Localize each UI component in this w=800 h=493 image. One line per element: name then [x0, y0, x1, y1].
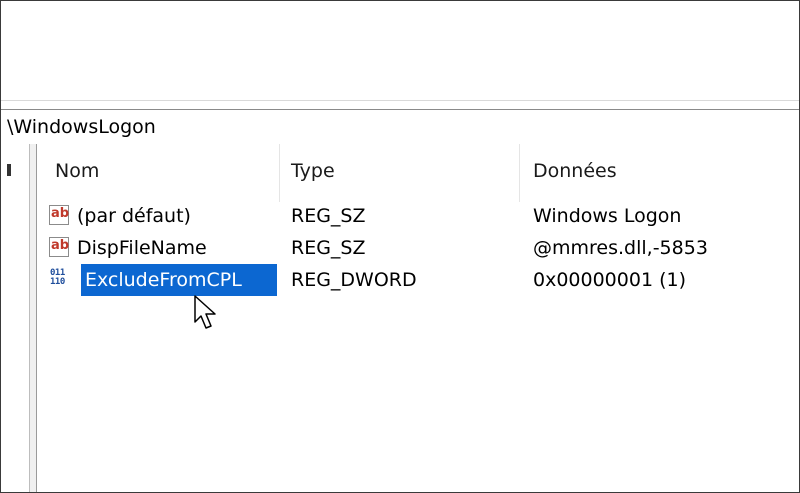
icon-text: ab: [51, 206, 70, 221]
binary-value-icon: 011 110: [49, 269, 69, 289]
column-header-name-label: Nom: [55, 160, 100, 182]
mouse-pointer-icon: [194, 295, 216, 329]
value-type: REG_DWORD: [291, 269, 417, 291]
address-bar[interactable]: \WindowsLogon: [1, 109, 799, 145]
column-header-type-label: Type: [291, 160, 335, 182]
address-path[interactable]: \WindowsLogon: [7, 116, 156, 138]
value-type: REG_SZ: [291, 205, 366, 227]
icon-text: ab: [51, 238, 70, 253]
value-name[interactable]: DispFileName: [77, 232, 207, 264]
column-header-type[interactable]: Type: [273, 144, 513, 202]
value-name[interactable]: (par défaut): [77, 200, 191, 232]
column-header-name[interactable]: Nom: [37, 144, 277, 202]
tree-pane[interactable]: [1, 144, 30, 492]
tree-expander[interactable]: [7, 164, 11, 176]
toolbar-area: [1, 1, 799, 100]
value-type: REG_SZ: [291, 237, 366, 259]
value-name[interactable]: ExcludeFromCPL: [85, 264, 242, 296]
values-list[interactable]: Nom Type Données ab (par défaut) REG_SZ …: [37, 144, 799, 492]
column-header-data-label: Données: [533, 160, 617, 182]
table-row[interactable]: ab DispFileName REG_SZ @mmres.dll,-5853: [37, 232, 799, 264]
string-value-icon: ab: [49, 237, 69, 257]
string-value-icon: ab: [49, 205, 69, 225]
value-data: @mmres.dll,-5853: [533, 237, 708, 259]
registry-editor-window: \WindowsLogon Nom Type Données ab (par d…: [0, 0, 800, 493]
divider: [1, 100, 799, 101]
pane-splitter[interactable]: [30, 144, 37, 492]
table-row[interactable]: ab (par défaut) REG_SZ Windows Logon: [37, 200, 799, 232]
icon-text: 011 110: [50, 268, 65, 287]
table-row-selected[interactable]: 011 110 ExcludeFromCPL REG_DWORD 0x00000…: [37, 264, 799, 296]
column-header-data[interactable]: Données: [515, 144, 795, 202]
value-data: Windows Logon: [533, 205, 682, 227]
value-data: 0x00000001 (1): [533, 269, 686, 291]
